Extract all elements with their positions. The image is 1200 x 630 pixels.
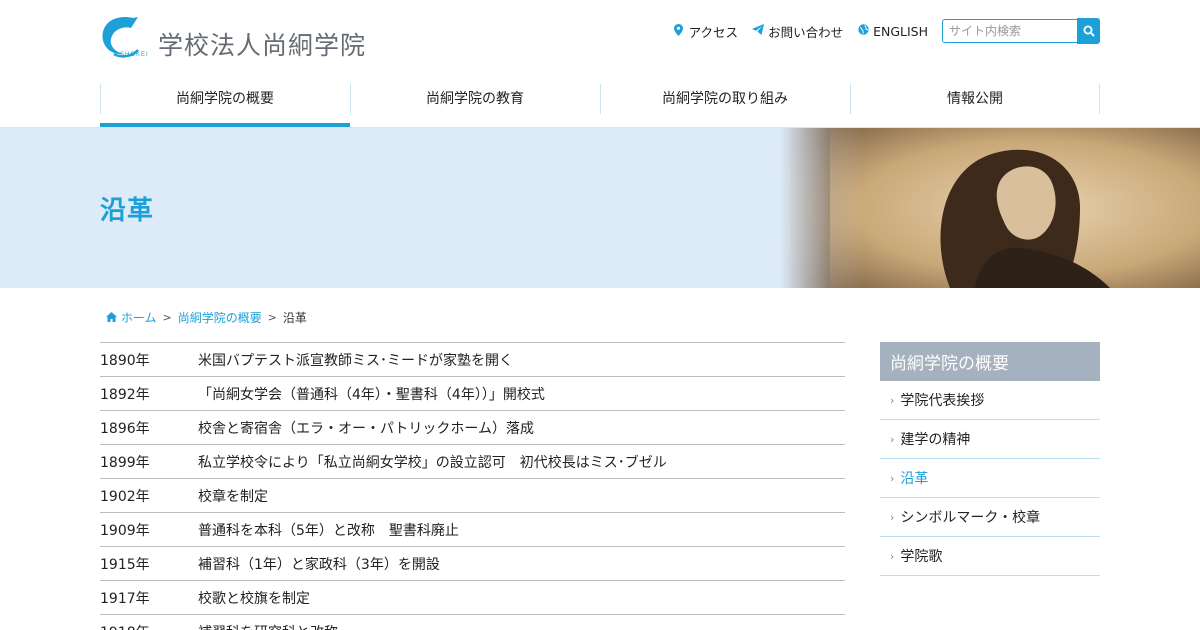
side-item-label: 学院代表挨拶 — [900, 393, 985, 409]
history-event: 普通科を本科（5年）と改称 聖書科廃止 — [198, 522, 459, 539]
contact-label: お問い合わせ — [768, 24, 844, 40]
side-item-label: 沿革 — [900, 471, 929, 487]
page-title: 沿革 — [100, 196, 155, 226]
paper-plane-icon — [752, 24, 765, 38]
breadcrumb-parent[interactable]: 尚絅学院の概要 — [178, 309, 262, 326]
gnav-item-overview[interactable]: 尚絅学院の概要 — [100, 84, 350, 127]
history-table: 1890年 米国バプテスト派宣教師ミス･ミードが家塾を開く 1892年 「尚絅女学会… — [100, 342, 845, 630]
site-logo[interactable]: SHOKEI 学校法人尚絅学院 — [100, 14, 366, 60]
chevron-right-icon: › — [890, 510, 895, 524]
chevron-right-icon: › — [890, 471, 895, 485]
history-event: 補習科（1年）と家政科（3年）を開設 — [198, 556, 440, 573]
breadcrumb-current: 沿革 — [282, 311, 307, 325]
chevron-right-icon: › — [890, 432, 895, 446]
access-label: アクセス — [688, 24, 739, 40]
side-item-history[interactable]: › 沿革 — [880, 459, 1100, 498]
side-item-school-song[interactable]: › 学院歌 — [880, 537, 1100, 576]
table-row: 1917年 校歌と校旗を制定 — [100, 580, 845, 614]
table-row: 1890年 米国バプテスト派宣教師ミス･ミードが家塾を開く — [100, 342, 845, 376]
breadcrumb-separator: > — [162, 311, 172, 324]
page-hero: 沿革 — [0, 128, 1200, 288]
history-year: 1902年 — [100, 488, 150, 505]
breadcrumb-home[interactable]: ホーム — [106, 309, 156, 326]
english-label: ENGLISH — [873, 23, 928, 39]
gnav-label: 情報公開 — [947, 90, 1003, 107]
side-item-label: シンボルマーク・校章 — [900, 510, 1041, 526]
map-pin-icon — [673, 23, 685, 39]
history-event: 米国バプテスト派宣教師ミス･ミードが家塾を開く — [198, 352, 513, 369]
table-row: 1892年 「尚絅女学会（普通科（4年）・聖書科（4年））」開校式 — [100, 376, 845, 410]
contact-link[interactable]: お問い合わせ — [752, 22, 843, 41]
logo-mark-icon: SHOKEI — [100, 14, 149, 60]
history-event: 「尚絅女学会（普通科（4年）・聖書科（4年））」開校式 — [198, 386, 545, 403]
gnav-label: 尚絅学院の概要 — [176, 90, 274, 107]
site-name: 学校法人尚絅学院 — [158, 31, 367, 60]
history-event: 校歌と校旗を制定 — [198, 590, 310, 607]
site-search — [942, 18, 1100, 44]
breadcrumb: ホーム > 尚絅学院の概要 > 沿革 — [106, 309, 307, 326]
search-icon — [1083, 25, 1095, 37]
history-event: 補習科を研究科と改称 — [198, 622, 845, 630]
gnav-label: 尚絅学院の取り組み — [662, 90, 788, 107]
history-year: 1909年 — [100, 522, 150, 539]
side-nav: 尚絅学院の概要 › 学院代表挨拶 › 建学の精神 › 沿革 › シンボルマーク・校章 ›… — [880, 342, 1100, 576]
chevron-right-icon: › — [890, 393, 895, 407]
search-input[interactable] — [942, 19, 1077, 43]
search-button[interactable] — [1077, 18, 1100, 44]
history-event: 校舎と寄宿舎（エラ・オー・パトリックホーム）落成 — [198, 420, 534, 437]
table-row: 1899年 私立学校令により「私立尚絅女学校」の設立認可 初代校長はミス･ブゼル — [100, 444, 845, 478]
side-nav-title: 尚絅学院の概要 — [880, 342, 1100, 381]
history-event: 校章を制定 — [198, 488, 268, 505]
gnav-label: 尚絅学院の教育 — [426, 90, 524, 107]
table-row: 1896年 校舎と寄宿舎（エラ・オー・パトリックホーム）落成 — [100, 410, 845, 444]
side-item-label: 建学の精神 — [900, 432, 971, 448]
history-year: 1918年 — [100, 622, 198, 630]
side-item-label: 学院歌 — [900, 549, 943, 565]
side-item-symbol-mark[interactable]: › シンボルマーク・校章 — [880, 498, 1100, 537]
side-item-greeting[interactable]: › 学院代表挨拶 — [880, 381, 1100, 420]
table-row: 1909年 普通科を本科（5年）と改称 聖書科廃止 — [100, 512, 845, 546]
global-nav: 尚絅学院の概要 尚絅学院の教育 尚絅学院の取り組み 情報公開 — [100, 84, 1100, 127]
globe-icon — [857, 24, 869, 38]
utility-nav: アクセス お問い合わせ ENGLISH — [673, 18, 1100, 44]
home-icon — [106, 312, 117, 322]
founder-portrait-image — [780, 128, 1200, 288]
breadcrumb-separator: > — [267, 311, 277, 324]
gnav-item-disclosure[interactable]: 情報公開 — [850, 84, 1100, 127]
site-header: SHOKEI 学校法人尚絅学院 アクセス お問い合わせ ENGLISH サイト内… — [0, 0, 1200, 128]
access-link[interactable]: アクセス — [673, 22, 738, 41]
history-year: 1917年 — [100, 590, 150, 607]
table-row: 1918年補習科を研究科と改称 — [100, 614, 845, 630]
gnav-item-education[interactable]: 尚絅学院の教育 — [350, 84, 600, 127]
history-year: 1896年 — [100, 420, 150, 437]
logo-subtext: SHOKEI — [120, 52, 149, 58]
breadcrumb-home-label: ホーム — [120, 311, 157, 325]
table-row: 1902年 校章を制定 — [100, 478, 845, 512]
history-year: 1899年 — [100, 454, 150, 471]
gnav-item-initiatives[interactable]: 尚絅学院の取り組み — [600, 84, 850, 127]
side-item-founding-spirit[interactable]: › 建学の精神 — [880, 420, 1100, 459]
history-event: 私立学校令により「私立尚絅女学校」の設立認可 初代校長はミス･ブゼル — [198, 454, 667, 471]
history-year: 1915年 — [100, 556, 150, 573]
table-row: 1915年 補習科（1年）と家政科（3年）を開設 — [100, 546, 845, 580]
chevron-right-icon: › — [890, 549, 895, 563]
english-link[interactable]: ENGLISH — [857, 24, 928, 39]
history-year: 1890年 — [100, 352, 150, 369]
history-year: 1892年 — [100, 386, 150, 403]
